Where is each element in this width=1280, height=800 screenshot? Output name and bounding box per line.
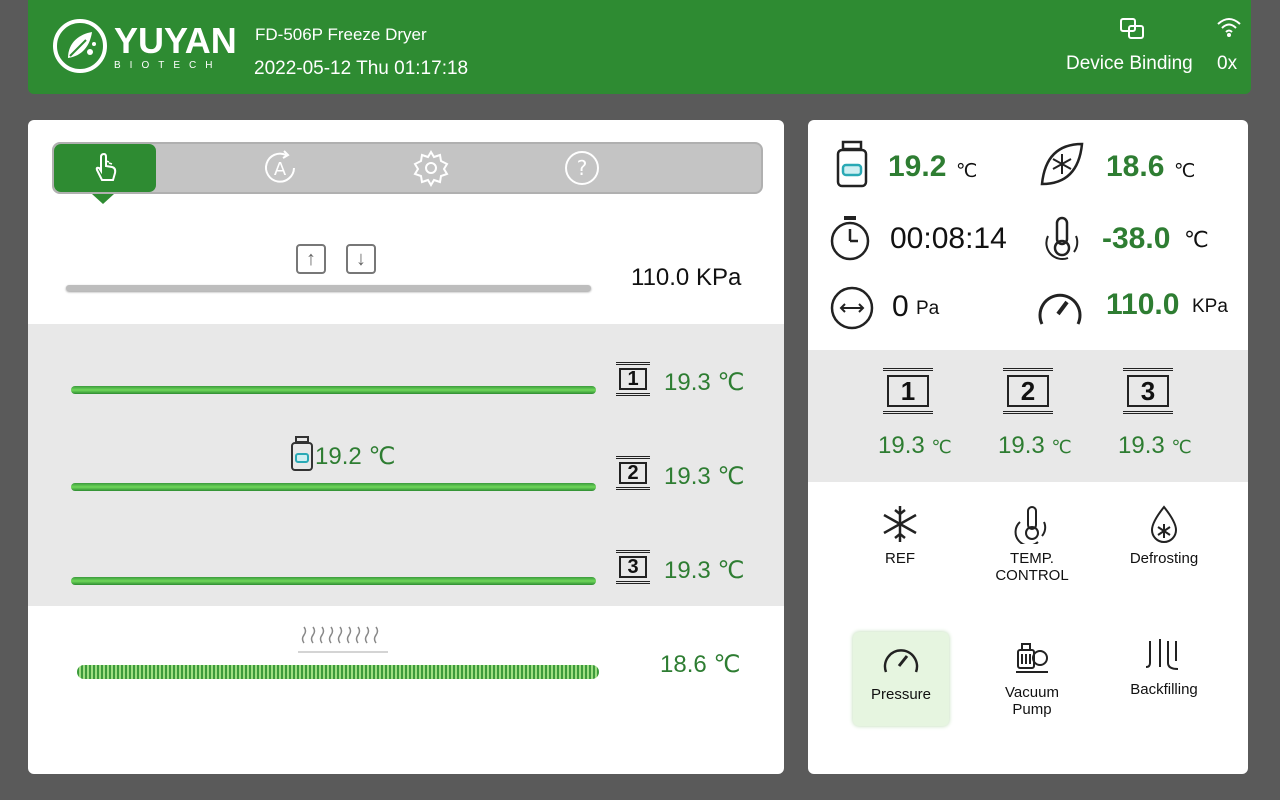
condenser-coil xyxy=(77,665,599,679)
shelf-bar-1 xyxy=(71,386,596,394)
vacuum-pump-icon xyxy=(1016,643,1048,673)
status-panel: 19.2 ℃ 18.6 ℃ 00:08:14 -38.0 ℃ 0 Pa 110.… xyxy=(808,120,1248,774)
tab-auto[interactable]: A xyxy=(230,144,330,192)
lift-controls: ↑ ↓ xyxy=(296,244,376,274)
shelf-3-temp: 19.3 ℃ xyxy=(664,557,745,584)
elapsed-timer: 00:08:14 xyxy=(890,222,1007,255)
ref-label: REF xyxy=(885,550,915,567)
vacuum-pump-label: Vacuum Pump xyxy=(1005,684,1059,718)
current-datetime: 2022-05-12 Thu 01:17:18 xyxy=(254,58,469,79)
shelf-1-icon: 1 xyxy=(616,362,650,396)
gear-icon xyxy=(413,150,449,187)
vial-temp: 19.2 ℃ xyxy=(315,443,396,470)
defrosting-label: Defrosting xyxy=(1129,550,1199,567)
backfilling-button[interactable]: Backfilling xyxy=(1116,635,1212,698)
arrow-down-icon[interactable]: ↓ xyxy=(346,244,376,274)
pressure-button[interactable]: Pressure xyxy=(853,632,949,726)
backfill-valve-icon xyxy=(1145,639,1179,670)
shelf-2-temp: 19.3 ℃ xyxy=(998,432,1072,459)
pressure-gauge-icon xyxy=(1038,293,1082,325)
snowflake-icon xyxy=(883,506,917,542)
pressure-label: Pressure xyxy=(870,686,932,703)
top-header: YUYAN BIOTECH FD-506P Freeze Dryer 2022-… xyxy=(28,0,1251,94)
press-plate xyxy=(66,285,591,291)
condenser-temp-value: 18.6 xyxy=(1106,150,1165,183)
vacuum-pump-button[interactable]: Vacuum Pump xyxy=(984,638,1080,718)
ref-button[interactable]: REF xyxy=(852,504,948,567)
condenser-temp: 18.6 ℃ xyxy=(660,651,741,678)
shelf-3-icon: 3 xyxy=(616,550,650,584)
vial-icon xyxy=(291,436,313,471)
shelf-bar-2 xyxy=(71,483,596,491)
yuyan-logo-icon xyxy=(53,19,107,73)
shelf-1-temp: 19.3 ℃ xyxy=(878,432,952,459)
heating-icon xyxy=(298,626,388,653)
vacuum-unit: Pa xyxy=(916,298,940,319)
temp-control-value: -38.0 xyxy=(1102,222,1171,255)
vial-temp-unit: ℃ xyxy=(956,161,978,182)
condenser-fan-icon xyxy=(1040,142,1084,186)
backfilling-label: Backfilling xyxy=(1130,681,1198,698)
shelf-2-temp: 19.3 ℃ xyxy=(664,463,745,490)
shelf-2-icon: 2 xyxy=(1003,368,1053,414)
condenser-temp-unit: ℃ xyxy=(1174,161,1196,182)
help-icon: ? xyxy=(565,151,599,185)
device-model: FD-506P Freeze Dryer xyxy=(255,25,427,44)
svg-text:?: ? xyxy=(577,156,588,180)
shelf-bar-3 xyxy=(71,577,596,585)
shelf-1-temp: 19.3 ℃ xyxy=(664,369,745,396)
active-tab-indicator xyxy=(92,194,114,204)
vial-icon xyxy=(836,140,868,188)
shelf-3-temp: 19.3 ℃ xyxy=(1118,432,1192,459)
thermometer-icon xyxy=(1014,506,1047,544)
arrow-up-icon[interactable]: ↑ xyxy=(296,244,326,274)
temp-control-label: TEMP. CONTROL xyxy=(995,550,1069,584)
svg-text:A: A xyxy=(274,159,287,180)
auto-mode-icon: A xyxy=(265,150,295,183)
defrost-drop-icon xyxy=(1150,505,1178,543)
shelf-1-icon: 1 xyxy=(883,368,933,414)
gauge-icon xyxy=(883,649,919,673)
stopwatch-icon xyxy=(830,216,870,261)
hand-pointer-icon xyxy=(95,152,117,181)
chamber-pressure: 110.0 KPa xyxy=(631,264,742,291)
pressure-value: 110.0 xyxy=(1106,288,1180,321)
vacuum-value: 0 xyxy=(892,290,909,323)
device-binding-button[interactable]: Device Binding xyxy=(1066,53,1193,75)
vial-temp-value: 19.2 xyxy=(888,150,947,183)
temp-control-unit: ℃ xyxy=(1184,227,1209,252)
vacuum-arrow-icon xyxy=(830,286,874,330)
tab-manual[interactable] xyxy=(54,144,156,192)
wifi-status: 0x xyxy=(1217,53,1238,74)
device-binding-icon[interactable] xyxy=(1118,17,1146,41)
chamber-panel: A ? ↑ ↓ 110.0 KPa 1 19.3 ℃ 19.2 ℃ 2 19.3… xyxy=(28,120,784,774)
temp-control-button[interactable]: TEMP. CONTROL xyxy=(984,504,1080,584)
pressure-unit: KPa xyxy=(1192,296,1228,317)
tab-help[interactable]: ? xyxy=(532,144,632,192)
wifi-icon xyxy=(1217,18,1241,37)
temp-control-icon xyxy=(1045,216,1079,261)
tab-bar: A ? xyxy=(52,142,763,194)
brand-subtitle: BIOTECH xyxy=(114,60,222,71)
brand-name: YUYAN xyxy=(114,20,237,61)
shelf-3-icon: 3 xyxy=(1123,368,1173,414)
tab-settings[interactable] xyxy=(381,144,481,192)
shelf-2-icon: 2 xyxy=(616,456,650,490)
defrosting-button[interactable]: Defrosting xyxy=(1116,504,1212,567)
